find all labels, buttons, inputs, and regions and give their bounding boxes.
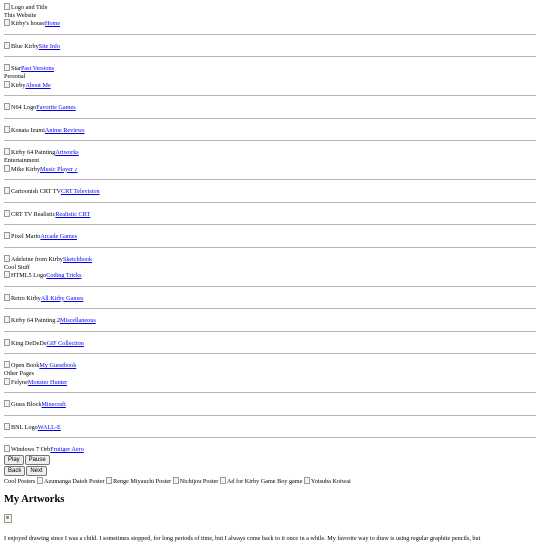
nav-item-guestbook[interactable]: Open BookMy Guestbook	[4, 361, 536, 370]
broken-image-icon	[4, 513, 12, 523]
divider	[4, 392, 536, 394]
windows-orb-icon: Windows 7 Orb	[4, 446, 50, 453]
music-controls-bottom: Back Next	[4, 466, 536, 477]
kirby-painting-2-icon: Kirby 64 Painting 2	[4, 317, 60, 324]
home-link[interactable]: Home	[45, 20, 60, 27]
all-kirby-games-link[interactable]: All Kirby Games	[41, 295, 84, 302]
back-button[interactable]: Back	[4, 466, 26, 477]
crt-realistic-icon: CRT TV Realistic	[4, 211, 55, 218]
realistic-crt-link[interactable]: Realistic CRT	[55, 211, 90, 218]
nav-item-monster-hunter[interactable]: FelyneMonster Hunter	[4, 378, 536, 387]
nav-item-miscellaneous[interactable]: Kirby 64 Painting 2Miscellaneous	[4, 316, 536, 325]
music-player-link[interactable]: Music Player ♪	[40, 166, 77, 173]
divider	[4, 224, 536, 226]
page-title: My Artworks	[4, 493, 65, 505]
nav-item-sketchbook[interactable]: Adeleine from KirbySketchbook	[4, 255, 536, 264]
poster-kirby-game-boy-ad: Ad for Kirby Game Boy game	[220, 478, 302, 485]
divider	[4, 33, 536, 35]
divider	[4, 285, 536, 287]
posters-label: Cool Posters	[4, 478, 36, 486]
monster-hunter-link[interactable]: Monster Hunter	[28, 379, 67, 386]
divider	[4, 246, 536, 248]
kirby-painting-icon: Kirby 64 Painting	[4, 149, 55, 156]
nav-item-wall-e[interactable]: BNL LogoWALL-E	[4, 423, 536, 432]
favorite-games-link[interactable]: Favorite Games	[36, 104, 75, 111]
next-button[interactable]: Next	[26, 466, 47, 477]
coding-tricks-link[interactable]: Coding Tricks	[46, 272, 81, 279]
about-me-link[interactable]: About Me	[25, 82, 50, 89]
pause-button[interactable]: Pause	[24, 455, 50, 466]
house-icon: Kirby's house	[4, 20, 45, 27]
nav-item-arcade-games[interactable]: Pixel MarioArcade Games	[4, 232, 536, 241]
section-heading-entertainment: Entertainment	[4, 156, 40, 164]
posters-row: Cool Posters Azumanga Daioh Poster Renge…	[4, 477, 536, 486]
logo-image: Logo and Title	[4, 4, 47, 11]
nav-item-artworks[interactable]: Kirby 64 PaintingArtworks	[4, 148, 536, 157]
miscellaneous-link[interactable]: Miscellaneous	[60, 317, 96, 324]
section-heading-personal: Personal	[4, 72, 26, 80]
nav-item-all-kirby-games[interactable]: Retro KirbyAll Kirby Games	[4, 294, 536, 303]
konata-icon: Konata Izumi	[4, 127, 45, 134]
poster-yotsuba-koiwai: Yotsuba Koiwai	[304, 478, 351, 485]
poster-renge-miyauchi: Renge Miyauchi Poster	[106, 478, 171, 485]
divider	[4, 308, 536, 310]
section-heading-cool-stuff: Cool Stuff	[4, 263, 30, 271]
html5-logo-icon: HTML5 Logo	[4, 272, 46, 279]
open-book-icon: Open Book	[4, 362, 39, 369]
frutiger-aero-link[interactable]: Frutiger Aero	[50, 446, 84, 453]
sketchbook-link[interactable]: Sketchbook	[63, 256, 92, 263]
king-dedede-icon: King DeDeDe	[4, 340, 47, 347]
nav-item-coding-tricks[interactable]: HTML5 LogoCoding Tricks	[4, 271, 536, 280]
past-versions-link[interactable]: Past Versions	[21, 65, 54, 72]
divider	[4, 140, 536, 142]
divider	[4, 414, 536, 416]
nav-item-about-me[interactable]: KirbyAbout Me	[4, 81, 536, 90]
nav-item-gif-collection[interactable]: King DeDeDeGIF Collection	[4, 339, 536, 348]
kirby-icon: Kirby	[4, 82, 25, 89]
wall-e-link[interactable]: WALL-E	[38, 424, 61, 431]
blue-kirby-icon: Blue Kirby	[4, 43, 39, 50]
music-controls-top: Play Pause	[4, 455, 536, 466]
mike-kirby-icon: Mike Kirby	[4, 166, 40, 173]
divider	[4, 330, 536, 332]
section-heading-website: This Website	[4, 11, 37, 19]
crt-television-link[interactable]: CRT Television	[61, 188, 100, 195]
divider	[4, 201, 536, 203]
pixel-mario-icon: Pixel Mario	[4, 233, 40, 240]
divider	[4, 179, 536, 181]
nav-item-site-info[interactable]: Blue KirbySite Info	[4, 42, 536, 51]
nav-item-realistic-crt[interactable]: CRT TV RealisticRealistic CRT	[4, 210, 536, 219]
guestbook-link[interactable]: My Guestbook	[39, 362, 76, 369]
nav-item-crt-television[interactable]: Cartoonish CRT TVCRT Television	[4, 187, 536, 196]
gif-collection-link[interactable]: GIF Collection	[47, 340, 84, 347]
star-icon: Star	[4, 65, 21, 72]
section-heading-other-pages: Other Pages	[4, 370, 35, 378]
intro-paragraph: I enjoyed drawing since I was a child. I…	[4, 535, 481, 543]
divider	[4, 56, 536, 58]
divider	[4, 437, 536, 439]
nav-item-home[interactable]: Kirby's houseHome	[4, 19, 536, 28]
adeleine-icon: Adeleine from Kirby	[4, 256, 63, 263]
nav-item-favorite-games[interactable]: N64 LogoFavorite Games	[4, 103, 536, 112]
retro-kirby-icon: Retro Kirby	[4, 295, 41, 302]
divider	[4, 353, 536, 355]
poster-nichijou: Nichijou Poster	[173, 478, 219, 485]
divider	[4, 95, 536, 97]
divider	[4, 117, 536, 119]
nav-item-frutiger-aero[interactable]: Windows 7 OrbFrutiger Aero	[4, 445, 536, 454]
n64-logo-icon: N64 Logo	[4, 104, 36, 111]
crt-tv-icon: Cartoonish CRT TV	[4, 188, 61, 195]
site-info-link[interactable]: Site Info	[39, 43, 60, 50]
play-button[interactable]: Play	[4, 455, 24, 466]
nav-item-music-player[interactable]: Mike KirbyMusic Player ♪	[4, 165, 536, 174]
nav-item-anime-reviews[interactable]: Konata IzumiAnime Reviews	[4, 126, 536, 135]
nav-item-past-versions[interactable]: StarPast Versions	[4, 64, 536, 73]
artworks-link[interactable]: Artworks	[55, 149, 78, 156]
anime-reviews-link[interactable]: Anime Reviews	[45, 127, 85, 134]
bnl-logo-icon: BNL Logo	[4, 424, 38, 431]
poster-azumanga-daioh: Azumanga Daioh Poster	[37, 478, 105, 485]
felyne-icon: Felyne	[4, 379, 28, 386]
arcade-games-link[interactable]: Arcade Games	[40, 233, 77, 240]
